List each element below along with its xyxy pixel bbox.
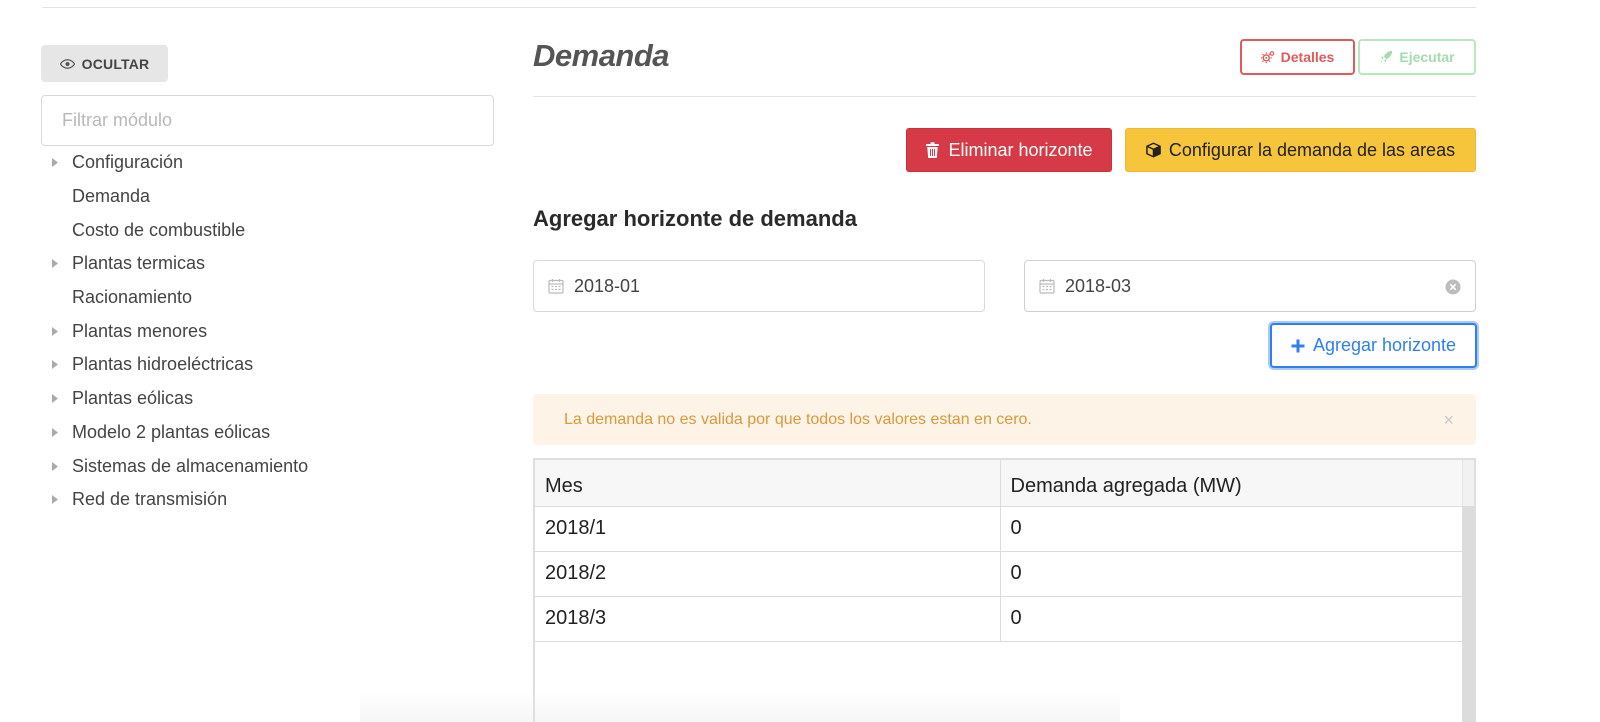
configure-areas-label: Configurar la demanda de las areas <box>1168 139 1456 160</box>
demand-cell[interactable]: 0 <box>1000 596 1464 642</box>
configure-areas-button[interactable]: Configurar la demanda de las areas <box>1125 128 1476 172</box>
month-cell[interactable]: 2018/2 <box>535 551 1001 597</box>
module-label: Plantas menores <box>72 320 208 341</box>
caret-right-icon[interactable] <box>52 461 72 471</box>
demand-cell[interactable]: 0 <box>1000 506 1464 552</box>
table-row: 2018/2 0 <box>535 551 1464 597</box>
page-title: Demanda <box>533 38 670 73</box>
from-date-picker[interactable]: 2018-01 <box>533 260 985 312</box>
table-row: 2018/3 0 <box>535 596 1464 642</box>
month-cell[interactable]: 2018/3 <box>535 596 1001 642</box>
eye-icon <box>59 58 75 69</box>
top-divider <box>42 7 1476 8</box>
add-horizon-label: Agregar horizonte <box>1312 335 1457 355</box>
trash-icon <box>926 142 940 158</box>
add-horizon-button[interactable]: Agregar horizonte <box>1270 323 1477 368</box>
caret-right-icon[interactable] <box>52 427 72 437</box>
run-button[interactable]: Ejecutar <box>1358 39 1476 75</box>
demand-table: Mes Demanda agregada (MW) 2018/1 0 2018/… <box>533 458 1476 722</box>
module-label: Demanda <box>72 186 151 207</box>
caret-right-icon[interactable] <box>52 394 72 404</box>
caret-right-icon[interactable] <box>52 259 72 269</box>
title-divider <box>533 96 1476 97</box>
gears-icon <box>1260 51 1274 64</box>
rocket-icon <box>1380 50 1393 63</box>
module-filter-input[interactable] <box>41 95 494 146</box>
module-item[interactable]: Plantas menores <box>52 314 492 348</box>
plus-icon <box>1291 339 1305 352</box>
from-date-value: 2018-01 <box>574 275 641 296</box>
table-row: 2018/1 0 <box>535 506 1464 552</box>
module-item[interactable]: Demanda <box>52 180 492 214</box>
module-label: Plantas termicas <box>72 253 206 274</box>
column-header-demand[interactable]: Demanda agregada (MW) <box>1000 460 1464 507</box>
hide-sidebar-label: OCULTAR <box>81 55 150 72</box>
module-item[interactable]: Red de transmisión <box>52 483 492 517</box>
module-item[interactable]: Racionamiento <box>52 281 492 315</box>
module-label: Configuración <box>72 152 184 173</box>
alert-message: La demanda no es valida por que todos lo… <box>564 410 1032 428</box>
details-button[interactable]: Detalles <box>1240 39 1355 75</box>
module-label: Plantas eólicas <box>72 388 194 409</box>
module-item[interactable]: Plantas termicas <box>52 247 492 281</box>
warning-alert: La demanda no es valida por que todos lo… <box>533 394 1476 445</box>
close-icon[interactable]: × <box>1443 410 1454 431</box>
caret-right-icon[interactable] <box>52 326 72 336</box>
calendar-icon <box>1039 279 1055 294</box>
caret-right-icon[interactable] <box>52 495 72 505</box>
module-label: Sistemas de almacenamiento <box>72 455 309 476</box>
demand-cell[interactable]: 0 <box>1000 551 1464 597</box>
caret-right-icon[interactable] <box>52 158 72 168</box>
to-date-picker[interactable]: 2018-03 <box>1024 260 1476 312</box>
demand-grid: Mes Demanda agregada (MW) 2018/1 0 2018/… <box>535 460 1464 642</box>
module-label: Modelo 2 plantas eólicas <box>72 421 271 442</box>
month-cell[interactable]: 2018/1 <box>535 506 1001 552</box>
module-tree: Configuración Demanda Costo de combustib… <box>52 146 492 517</box>
module-label: Plantas hidroeléctricas <box>72 354 254 375</box>
caret-right-icon[interactable] <box>52 360 72 370</box>
hide-sidebar-button[interactable]: OCULTAR <box>41 45 168 82</box>
add-horizon-title: Agregar horizonte de demanda <box>533 206 857 231</box>
module-label: Red de transmisión <box>72 489 228 510</box>
delete-horizon-button[interactable]: Eliminar horizonte <box>906 128 1112 172</box>
cube-icon <box>1146 142 1161 158</box>
delete-horizon-label: Eliminar horizonte <box>948 139 1093 160</box>
module-item[interactable]: Sistemas de almacenamiento <box>52 449 492 483</box>
module-item[interactable]: Plantas eólicas <box>52 382 492 416</box>
calendar-icon <box>548 279 564 294</box>
module-item[interactable]: Configuración <box>52 146 492 180</box>
run-label: Ejecutar <box>1399 49 1455 65</box>
module-label: Costo de combustible <box>72 219 246 240</box>
table-header-row: Mes Demanda agregada (MW) <box>535 460 1464 507</box>
column-header-month[interactable]: Mes <box>535 460 1001 507</box>
module-label: Racionamiento <box>72 287 193 308</box>
module-item[interactable]: Plantas hidroeléctricas <box>52 348 492 382</box>
module-item[interactable]: Costo de combustible <box>52 213 492 247</box>
clear-circle-icon[interactable] <box>1445 279 1461 295</box>
to-date-value: 2018-03 <box>1065 275 1132 296</box>
scrollbar-thumb[interactable] <box>1462 506 1474 722</box>
details-label: Detalles <box>1280 49 1335 65</box>
module-item[interactable]: Modelo 2 plantas eólicas <box>52 416 492 450</box>
table-scrollbar[interactable] <box>1462 460 1474 722</box>
